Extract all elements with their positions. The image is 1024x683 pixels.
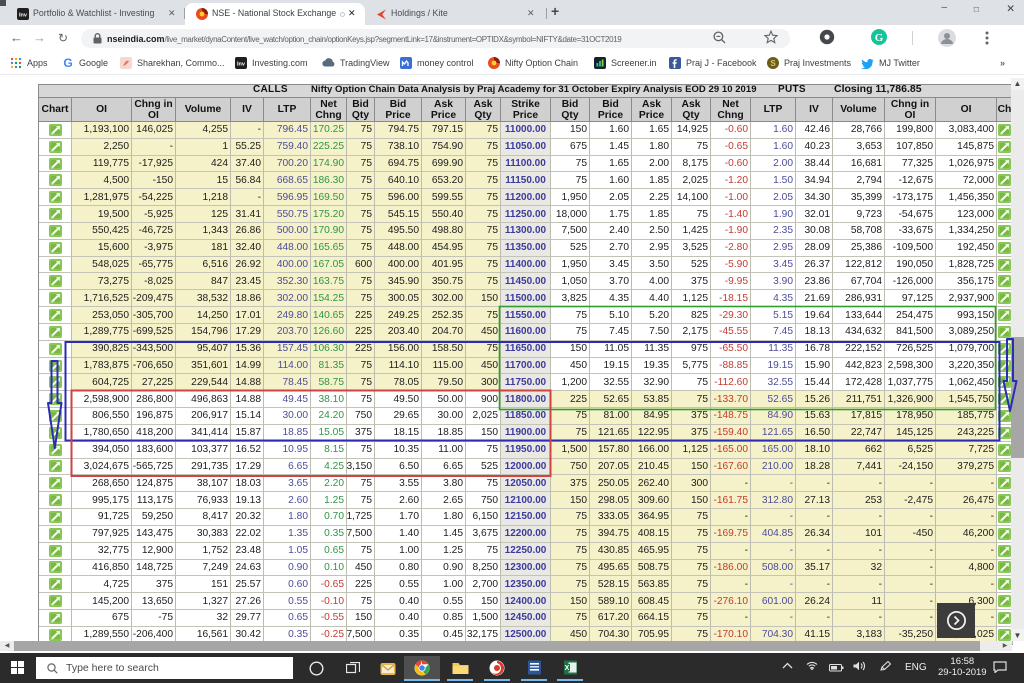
svg-text:X: X xyxy=(564,665,569,672)
